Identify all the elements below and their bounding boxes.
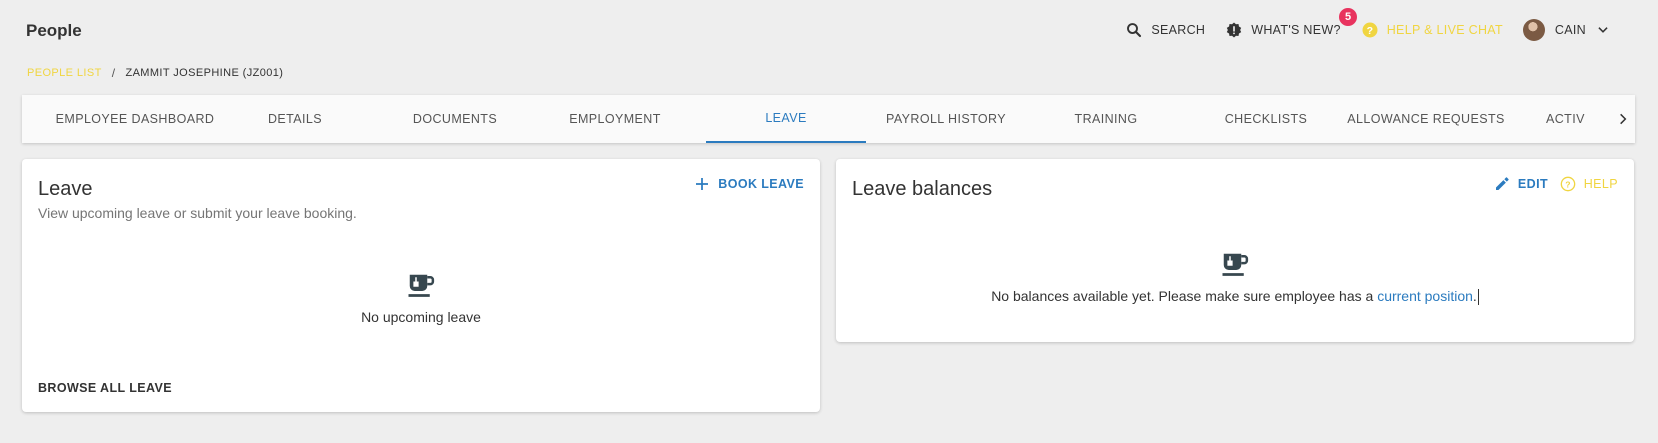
search-button[interactable]: SEARCH [1125,18,1205,42]
svg-text:?: ? [1565,179,1571,189]
balances-empty-suffix: . [1472,288,1477,304]
top-bar: People SEARCH WHAT'S NEW? 5 ? HELP & LIV… [0,0,1658,62]
leave-balances-card: Leave balances EDIT ? HELP No balances a… [836,159,1634,342]
help-chat-label: HELP & LIVE CHAT [1386,23,1503,37]
leave-balances-title: Leave balances [852,178,993,200]
book-leave-label: BOOK LEAVE [718,177,804,191]
chevron-right-icon [1620,113,1627,125]
tab-allowance-requests[interactable]: ALLOWANCE REQUESTS [1346,95,1506,143]
pencil-icon [1495,177,1509,190]
breadcrumb: PEOPLE LIST / ZAMMIT JOSEPHINE (JZ001) [27,66,283,80]
tab-payroll-history[interactable]: PAYROLL HISTORY [866,95,1026,143]
tab-activity[interactable]: ACTIV [1506,95,1611,143]
help-chat-button[interactable]: ? HELP & LIVE CHAT [1361,18,1503,42]
breadcrumb-people-list[interactable]: PEOPLE LIST [27,67,102,79]
plus-icon [696,178,709,190]
coffee-cup-icon [1222,253,1249,276]
tabs-bar: EMPLOYEE DASHBOARD DETAILS DOCUMENTS EMP… [22,95,1635,143]
search-label: SEARCH [1151,23,1206,37]
tab-details[interactable]: DETAILS [215,95,375,143]
browse-all-leave-button[interactable]: BROWSE ALL LEAVE [38,381,172,395]
balances-empty-message: No balances available yet. Please make s… [991,288,1479,306]
leave-card-title: Leave [38,178,93,200]
help-circle-icon: ? [1362,22,1378,38]
text-cursor [1477,289,1479,306]
tab-employment[interactable]: EMPLOYMENT [535,95,695,143]
alert-icon [1227,22,1242,38]
whats-new-button[interactable]: WHAT'S NEW? 5 [1225,6,1360,42]
tab-documents[interactable]: DOCUMENTS [375,95,535,143]
tab-leave[interactable]: LEAVE [706,95,866,143]
chevron-down-icon [1598,27,1608,33]
leave-card: Leave View upcoming leave or submit your… [22,159,820,412]
tab-training[interactable]: TRAINING [1026,95,1186,143]
leave-empty-text: No upcoming leave [361,309,481,325]
breadcrumb-current: ZAMMIT JOSEPHINE (JZ001) [125,67,284,79]
search-icon [1127,23,1142,38]
user-menu[interactable]: CAIN [1522,18,1618,42]
top-actions: SEARCH WHAT'S NEW? 5 ? HELP & LIVE CHAT … [1105,6,1618,42]
svg-text:?: ? [1366,25,1373,37]
current-position-link[interactable]: current position [1377,288,1473,304]
leave-card-subtitle: View upcoming leave or submit your leave… [38,205,357,221]
help-circle-icon: ? [1560,176,1576,192]
notification-badge: 5 [1337,6,1360,28]
user-name: CAIN [1554,23,1586,37]
coffee-cup-icon [408,274,435,297]
balances-empty-text: No balances available yet. Please make s… [991,288,1378,304]
help-button[interactable]: ? HELP [1560,176,1618,192]
edit-button[interactable]: EDIT [1494,176,1548,192]
tab-employee-dashboard[interactable]: EMPLOYEE DASHBOARD [55,95,215,143]
tab-checklists[interactable]: CHECKLISTS [1186,95,1346,143]
page-title: People [26,21,82,40]
tabs-scroll-right-button[interactable] [1611,95,1635,143]
whats-new-label: WHAT'S NEW? [1251,23,1341,37]
balances-empty-state: No balances available yet. Please make s… [836,250,1634,306]
edit-label: EDIT [1517,177,1548,191]
book-leave-button[interactable]: BOOK LEAVE [694,176,804,192]
leave-empty-state: No upcoming leave [22,271,820,325]
help-label: HELP [1583,177,1618,191]
breadcrumb-separator: / [111,66,116,80]
avatar [1522,19,1545,41]
